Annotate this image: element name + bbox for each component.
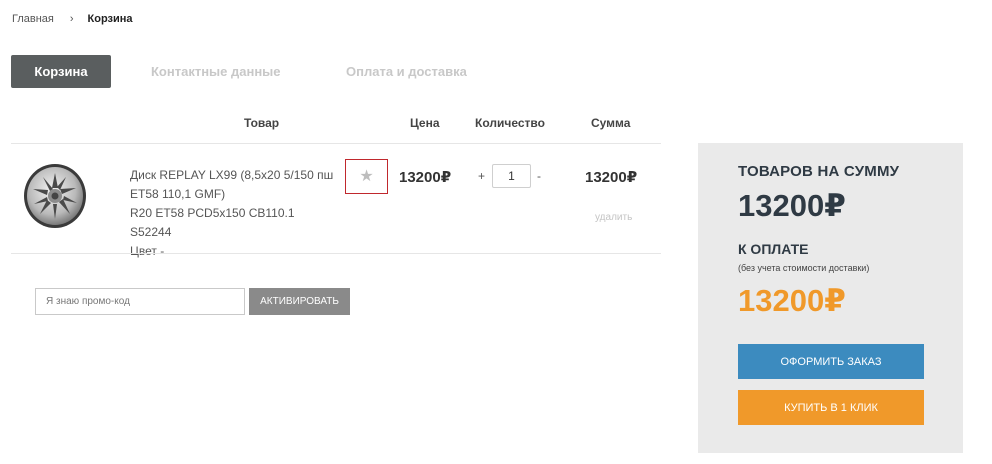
column-header-price: Цена [410, 116, 440, 130]
breadcrumb-home-link[interactable]: Главная [12, 13, 54, 25]
add-to-favorites-button[interactable]: ★ [345, 159, 388, 194]
to-pay-note: (без учета стоимости доставки) [738, 263, 870, 273]
column-header-quantity: Количество [475, 116, 545, 130]
step-payment-delivery-tab[interactable]: Оплата и доставка [346, 64, 467, 79]
order-summary-panel: ТОВАРОВ НА СУММУ 13200₽ К ОПЛАТЕ (без уч… [698, 143, 963, 453]
quantity-input[interactable] [492, 164, 531, 188]
delete-item-link[interactable]: удалить [595, 212, 632, 223]
buy-one-click-button[interactable]: КУПИТЬ В 1 КЛИК [738, 390, 924, 425]
step-cart-tab[interactable]: Корзина [11, 55, 111, 88]
item-sum: 13200₽ [585, 169, 638, 186]
breadcrumb-separator: › [69, 13, 74, 25]
product-desc-line: ET58 110,1 GMF) [130, 187, 226, 201]
quantity-increase-button[interactable]: + [478, 169, 485, 183]
wheel-rim-icon[interactable] [22, 163, 88, 229]
quantity-decrease-button[interactable]: - [537, 169, 541, 183]
checkout-button[interactable]: ОФОРМИТЬ ЗАКАЗ [738, 344, 924, 379]
breadcrumb: Главная › Корзина [12, 13, 133, 25]
table-divider-bottom [11, 253, 661, 254]
item-price: 13200₽ [399, 169, 452, 186]
table-divider-top [11, 143, 661, 144]
to-pay-label: К ОПЛАТЕ [738, 241, 809, 257]
star-icon: ★ [359, 167, 374, 185]
product-desc-line: Цвет - [130, 244, 165, 258]
product-description[interactable]: Диск REPLAY LX99 (8,5x20 5/150 пш ET58 1… [130, 166, 335, 261]
total-label: ТОВАРОВ НА СУММУ [738, 163, 900, 180]
total-amount: 13200₽ [738, 188, 846, 223]
activate-promo-button[interactable]: АКТИВИРОВАТЬ [249, 288, 350, 315]
to-pay-amount: 13200₽ [738, 283, 846, 318]
product-desc-line: R20 ET58 PCD5x150 CB110.1 S52244 [130, 206, 295, 239]
column-header-product: Товар [244, 116, 280, 130]
checkout-steps: Корзина Контактные данные Оплата и доста… [11, 55, 467, 88]
promo-code-input[interactable] [35, 288, 245, 315]
column-header-sum: Сумма [591, 116, 631, 130]
breadcrumb-current: Корзина [87, 13, 133, 25]
step-contacts-tab[interactable]: Контактные данные [151, 64, 281, 79]
product-desc-line: Диск REPLAY LX99 (8,5x20 5/150 пш [130, 168, 334, 182]
